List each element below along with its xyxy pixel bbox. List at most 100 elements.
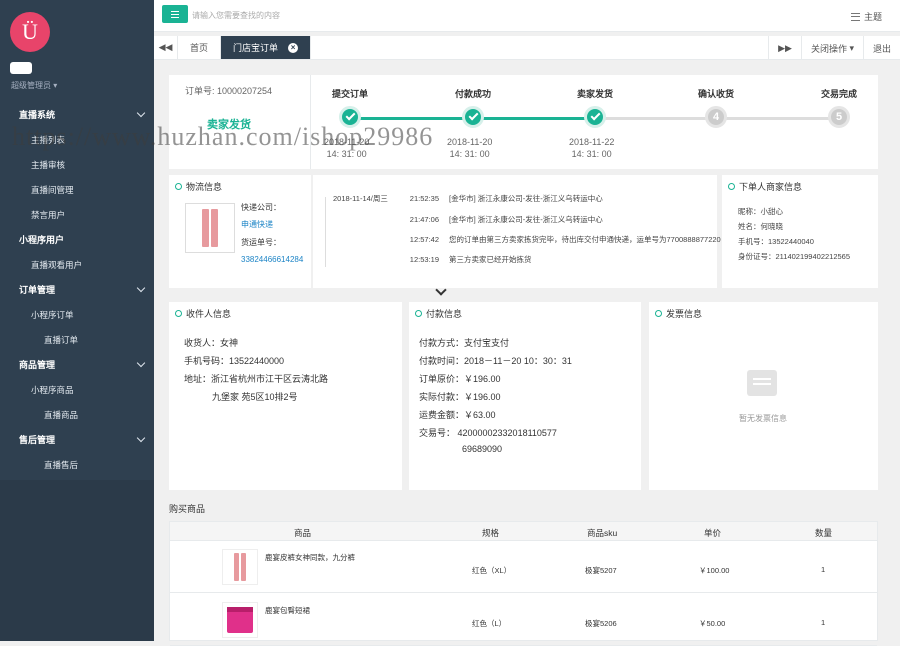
table-row: 鹿宴皮裤女神同款，九分裤 红色（XL） 极宴5207 ￥100.00 1 [170,541,877,593]
step-number: 4 [705,106,727,128]
buyer-phone: 手机号：13522440040 [738,237,814,246]
sidebar-item-label: 直播观看用户 [31,259,83,270]
sidebar-group[interactable]: 小程序用户 [0,227,154,252]
sidebar-group[interactable]: 订单管理 [0,277,154,302]
step-label: 提交订单 [332,89,369,99]
sidebar-item[interactable]: 主播审核 [0,152,154,177]
tracking-event: 21:47:06 [金华市] 浙江永康公司-发往-浙江义乌转运中心 [333,214,603,225]
circle-icon [415,310,422,317]
step-label: 付款成功 [455,89,492,99]
column-header: 商品sku [587,528,618,538]
event-text: 第三方卖家已经开始拣货 [449,255,532,264]
theme-icon [850,12,860,21]
tab-home[interactable]: 首页 [178,36,222,59]
sidebar-item-label: 直播间管理 [31,184,74,195]
sidebar-group[interactable]: 直播系统 [0,102,154,127]
event-text: [金华市] 浙江永康公司-发往-浙江义乌转运中心 [449,215,603,224]
check-icon [462,106,484,128]
chevron-down-icon [136,108,146,118]
admin-dropdown[interactable]: 超级管理员 ▾ [11,80,57,91]
close-icon[interactable]: × [288,42,299,53]
sidebar-item-label: 小程序订单 [31,309,74,320]
sidebar-footer [0,480,154,641]
step-label: 交易完成 [821,89,858,99]
logout-button[interactable]: 退出 [862,36,900,60]
step-label: 卖家发货 [577,89,614,99]
payment-method: 付款方式：支付宝支付 [419,338,510,348]
product-sku: 极宴5207 [585,566,617,575]
invoice-title-text: 发票信息 [666,309,703,319]
invoice-empty-text: 暂无发票信息 [739,414,787,423]
column-header: 商品 [294,528,312,538]
sidebar-item[interactable]: 直播订单 [0,327,154,352]
sidebar-item[interactable]: 直播商品 [0,402,154,427]
step-time: 14: 31: 00 [449,149,490,159]
step-connector [716,117,839,120]
step-date: 2018-11-22 [569,137,615,147]
logistics-title: 物流信息 [175,180,222,193]
receiver-title-text: 收件人信息 [186,309,232,319]
tab-store-orders[interactable]: 门店宝订单 × [221,36,312,59]
circle-icon [655,310,662,317]
receiver-address: 地址：浙江省杭州市江干区云涛北路 [184,374,329,384]
payment-panel: 付款信息 付款方式：支付宝支付 付款时间：2018－11－20 10：30：31… [409,302,641,490]
actual-paid: 实际付款：￥196.00 [419,392,501,402]
sidebar-item[interactable]: 小程序订单 [0,302,154,327]
event-date: 2018-11-14/周三 [333,194,388,203]
check-icon [584,106,606,128]
theme-button[interactable]: 主题 [850,10,882,23]
circle-icon [175,310,182,317]
tracking-event: 12:57:42 您的订单由第三方卖家拣货完毕，待出库交付申通快递，运单号为770… [333,234,721,245]
column-header: 单价 [704,528,722,538]
sidebar-item[interactable]: 直播间管理 [0,177,154,202]
step-connector [595,117,716,120]
step-connector [473,117,595,120]
admin-label: 超级管理员 [11,81,51,90]
circle-icon [175,183,182,190]
buyer-name: 姓名：何晓晓 [738,222,783,231]
sidebar-item[interactable]: 直播售后 [0,452,154,477]
sidebar-group[interactable]: 商品管理 [0,352,154,377]
sidebar-group-label: 订单管理 [19,285,56,295]
close-ops-dropdown[interactable]: 关闭操作 ▾ [800,36,863,60]
event-text: [金华市] 浙江永康公司-发往-浙江义乌转运中心 [449,194,603,203]
logout-label: 退出 [872,43,891,54]
step-date: 2018-11-20 [324,137,370,147]
product-thumbnail [222,549,258,585]
sidebar-item-label: 主播列表 [31,134,66,145]
user-card-icon [10,62,32,74]
sidebar-item[interactable]: 禁言用户 [0,202,154,227]
sidebar-item[interactable]: 直播观看用户 [0,252,154,277]
waybill-link[interactable]: 33824466614284 [241,255,303,264]
sidebar-item[interactable]: 主播列表 [0,127,154,152]
sidebar-item-label: 直播商品 [44,409,79,420]
tracking-event: 2018-11-14/周三 21:52:35 [金华市] 浙江永康公司-发往-浙江义… [333,193,603,204]
receiver-title: 收件人信息 [175,307,231,320]
table-header: 商品 规格 商品sku 单价 数量 [170,522,877,541]
product-price: ￥100.00 [699,566,730,575]
sidebar-group[interactable]: 售后管理 [0,427,154,452]
tab-scroll-right-button[interactable]: ▶▶ [768,36,801,60]
tracking-panel: 2018-11-14/周三 21:52:35 [金华市] 浙江永康公司-发往-浙江义… [313,175,721,288]
search-input[interactable] [192,8,492,22]
event-time: 21:47:06 [409,215,439,224]
sidebar-item-label: 直播订单 [44,334,79,345]
courier-link[interactable]: 申通快递 [241,219,273,230]
step-label: 确认收货 [698,89,735,99]
sidebar-item-label: 主播审核 [31,159,66,170]
tab-scroll-left-button[interactable]: ◀◀ [154,36,178,59]
trade-number: 交易号： 42000002332018110577 [419,428,557,438]
product-image [185,203,235,253]
logistics-panel: 物流信息 快递公司： 申通快递 货运单号： 33824466614284 [169,175,311,288]
step-date: 2018-11-20 [447,137,493,147]
product-thumbnail [222,602,258,638]
buyer-nickname: 昵称：小甜心 [738,207,783,216]
receiver-name: 收货人：女神 [184,338,239,348]
sidebar-item[interactable]: 小程序商品 [0,377,154,402]
tracking-event: 12:53:19 第三方卖家已经开始拣货 [333,254,532,265]
step-number: 5 [828,106,850,128]
checkmark [590,110,600,121]
payment-time: 付款时间：2018－11－20 10：30：31 [419,356,572,366]
menu-toggle-button[interactable] [162,5,188,23]
sidebar-item-label: 直播售后 [44,459,79,470]
